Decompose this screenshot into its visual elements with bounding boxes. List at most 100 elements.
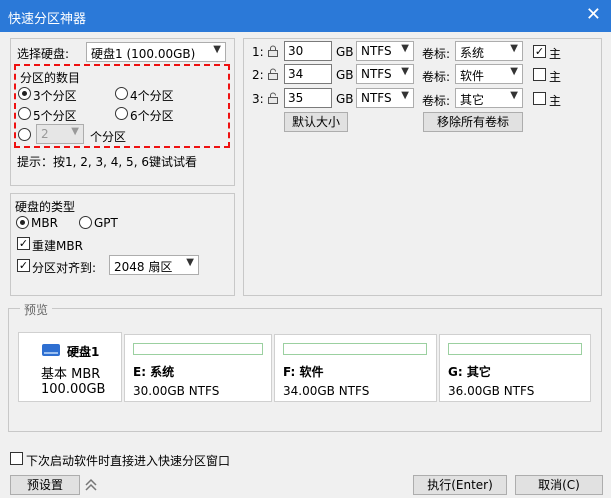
default-size-button[interactable]: 默认大小 <box>284 112 348 132</box>
chevron-down-icon: ▼ <box>401 90 409 101</box>
radio-5-partitions[interactable] <box>18 107 31 120</box>
disk-select-value: 硬盘1 (100.00GB) <box>91 47 196 61</box>
remove-labels-button[interactable]: 移除所有卷标 <box>423 112 523 132</box>
disk-type-label: 硬盘的类型 <box>15 200 76 214</box>
radio-3-label: 3个分区 <box>33 89 77 103</box>
hint-text: 提示：按1, 2, 3, 4, 5, 6键试试看 <box>17 155 197 169</box>
cancel-button[interactable]: 取消(C) <box>515 475 603 495</box>
double-chevron-up-icon[interactable] <box>84 477 98 493</box>
partition-3-fs: NTFS <box>361 91 392 105</box>
preview-disk-card: 硬盘1 基本 MBR 100.00GB <box>18 332 122 402</box>
preview-partition-card: E: 系统 30.00GB NTFS <box>124 334 272 402</box>
disk-select[interactable]: 硬盘1 (100.00GB) ▼ <box>86 42 226 62</box>
radio-4-label: 4个分区 <box>130 89 174 103</box>
align-value: 2048 扇区 <box>114 260 173 274</box>
partition-3-primary-checkbox[interactable] <box>533 92 546 105</box>
partition-usage-bar <box>448 343 582 355</box>
partition-1-size-input[interactable]: 30 <box>284 41 332 61</box>
rebuild-mbr-checkbox[interactable]: ✓ <box>17 237 30 250</box>
unlock-icon[interactable] <box>267 68 279 80</box>
preview-partition-size: 30.00GB NTFS <box>133 384 220 398</box>
window-title: 快速分区神器 <box>8 12 87 27</box>
radio-5-label: 5个分区 <box>33 109 77 123</box>
radio-6-partitions[interactable] <box>115 107 128 120</box>
radio-custom-partitions[interactable] <box>18 128 31 141</box>
preview-disk-size: 100.00GB <box>41 382 106 397</box>
partition-1-unit: GB <box>336 45 354 59</box>
partition-1-vol-select[interactable]: 系统 ▼ <box>455 41 523 61</box>
partition-3-primary-label: 主 <box>549 94 562 108</box>
lock-icon[interactable] <box>267 45 279 57</box>
partition-usage-bar <box>133 343 263 355</box>
custom-count-suffix: 个分区 <box>90 130 127 144</box>
radio-6-label: 6个分区 <box>130 109 174 123</box>
disk-drive-icon <box>42 344 60 356</box>
preview-partition-size: 36.00GB NTFS <box>448 384 535 398</box>
partition-1-vol: 系统 <box>460 46 485 60</box>
radio-4-partitions[interactable] <box>115 87 128 100</box>
preview-partition-title: E: 系统 <box>133 365 175 379</box>
auto-enter-checkbox[interactable] <box>10 452 23 465</box>
radio-mbr[interactable] <box>16 216 29 229</box>
chevron-down-icon: ▼ <box>213 44 221 55</box>
preview-label: 预览 <box>20 301 53 318</box>
chevron-down-icon: ▼ <box>401 66 409 77</box>
partition-2-vol-label-text: 卷标: <box>422 70 451 84</box>
partition-1-size: 30 <box>288 44 304 58</box>
chevron-down-icon: ▼ <box>510 90 518 101</box>
partition-2-number: 2: <box>252 68 264 82</box>
align-label: 分区对齐到: <box>32 261 97 275</box>
partition-3-size: 35 <box>288 91 304 105</box>
preview-partition-title: F: 软件 <box>283 365 324 379</box>
partition-1-fs: NTFS <box>361 44 392 58</box>
partition-1-number: 1: <box>252 45 264 59</box>
partition-3-size-input[interactable]: 35 <box>284 88 332 108</box>
align-checkbox[interactable]: ✓ <box>17 259 30 272</box>
unlock-icon[interactable] <box>267 92 279 104</box>
title-bar: 快速分区神器 ✕ <box>0 0 611 32</box>
partition-3-vol: 其它 <box>460 93 485 107</box>
gpt-label: GPT <box>94 216 118 230</box>
preset-button[interactable]: 预设置 <box>10 475 80 495</box>
chevron-down-icon: ▼ <box>510 43 518 54</box>
preview-partition-card: F: 软件 34.00GB NTFS <box>274 334 437 402</box>
partition-2-size-input[interactable]: 34 <box>284 64 332 84</box>
rebuild-mbr-label: 重建MBR <box>32 239 83 253</box>
close-icon[interactable]: ✕ <box>586 4 601 25</box>
chevron-down-icon: ▼ <box>510 66 518 77</box>
preview-partition-title: G: 其它 <box>448 365 491 379</box>
partition-1-fs-select[interactable]: NTFS ▼ <box>356 41 414 61</box>
partition-2-vol-select[interactable]: 软件 ▼ <box>455 64 523 84</box>
preview-disk-type: 基本 MBR <box>41 367 101 382</box>
disk-select-label: 选择硬盘: <box>17 47 70 61</box>
partition-2-primary-checkbox[interactable] <box>533 68 546 81</box>
radio-3-partitions[interactable] <box>18 87 31 100</box>
preview-partition-size: 34.00GB NTFS <box>283 384 370 398</box>
partition-3-unit: GB <box>336 92 354 106</box>
custom-count-select[interactable]: 2 ▼ <box>36 124 84 144</box>
chevron-down-icon: ▼ <box>71 126 79 137</box>
partition-1-primary-checkbox[interactable]: ✓ <box>533 45 546 58</box>
partition-2-size: 34 <box>288 67 304 81</box>
partition-usage-bar <box>283 343 427 355</box>
align-select[interactable]: 2048 扇区 ▼ <box>109 255 199 275</box>
partition-2-primary-label: 主 <box>549 70 562 84</box>
partition-3-vol-label-text: 卷标: <box>422 94 451 108</box>
partition-3-vol-select[interactable]: 其它 ▼ <box>455 88 523 108</box>
radio-gpt[interactable] <box>79 216 92 229</box>
preview-disk-name: 硬盘1 <box>67 345 100 359</box>
partition-3-number: 3: <box>252 92 264 106</box>
chevron-down-icon: ▼ <box>186 257 194 268</box>
chevron-down-icon: ▼ <box>401 43 409 54</box>
partition-count-label: 分区的数目 <box>20 71 81 85</box>
partition-1-vol-label-text: 卷标: <box>422 47 451 61</box>
partition-3-fs-select[interactable]: NTFS ▼ <box>356 88 414 108</box>
partition-2-fs: NTFS <box>361 67 392 81</box>
partition-2-unit: GB <box>336 68 354 82</box>
execute-button[interactable]: 执行(Enter) <box>413 475 507 495</box>
auto-enter-label: 下次启动软件时直接进入快速分区窗口 <box>26 454 231 468</box>
mbr-label: MBR <box>31 216 58 230</box>
custom-count-value: 2 <box>41 127 49 141</box>
preview-partition-card: G: 其它 36.00GB NTFS <box>439 334 591 402</box>
partition-2-fs-select[interactable]: NTFS ▼ <box>356 64 414 84</box>
